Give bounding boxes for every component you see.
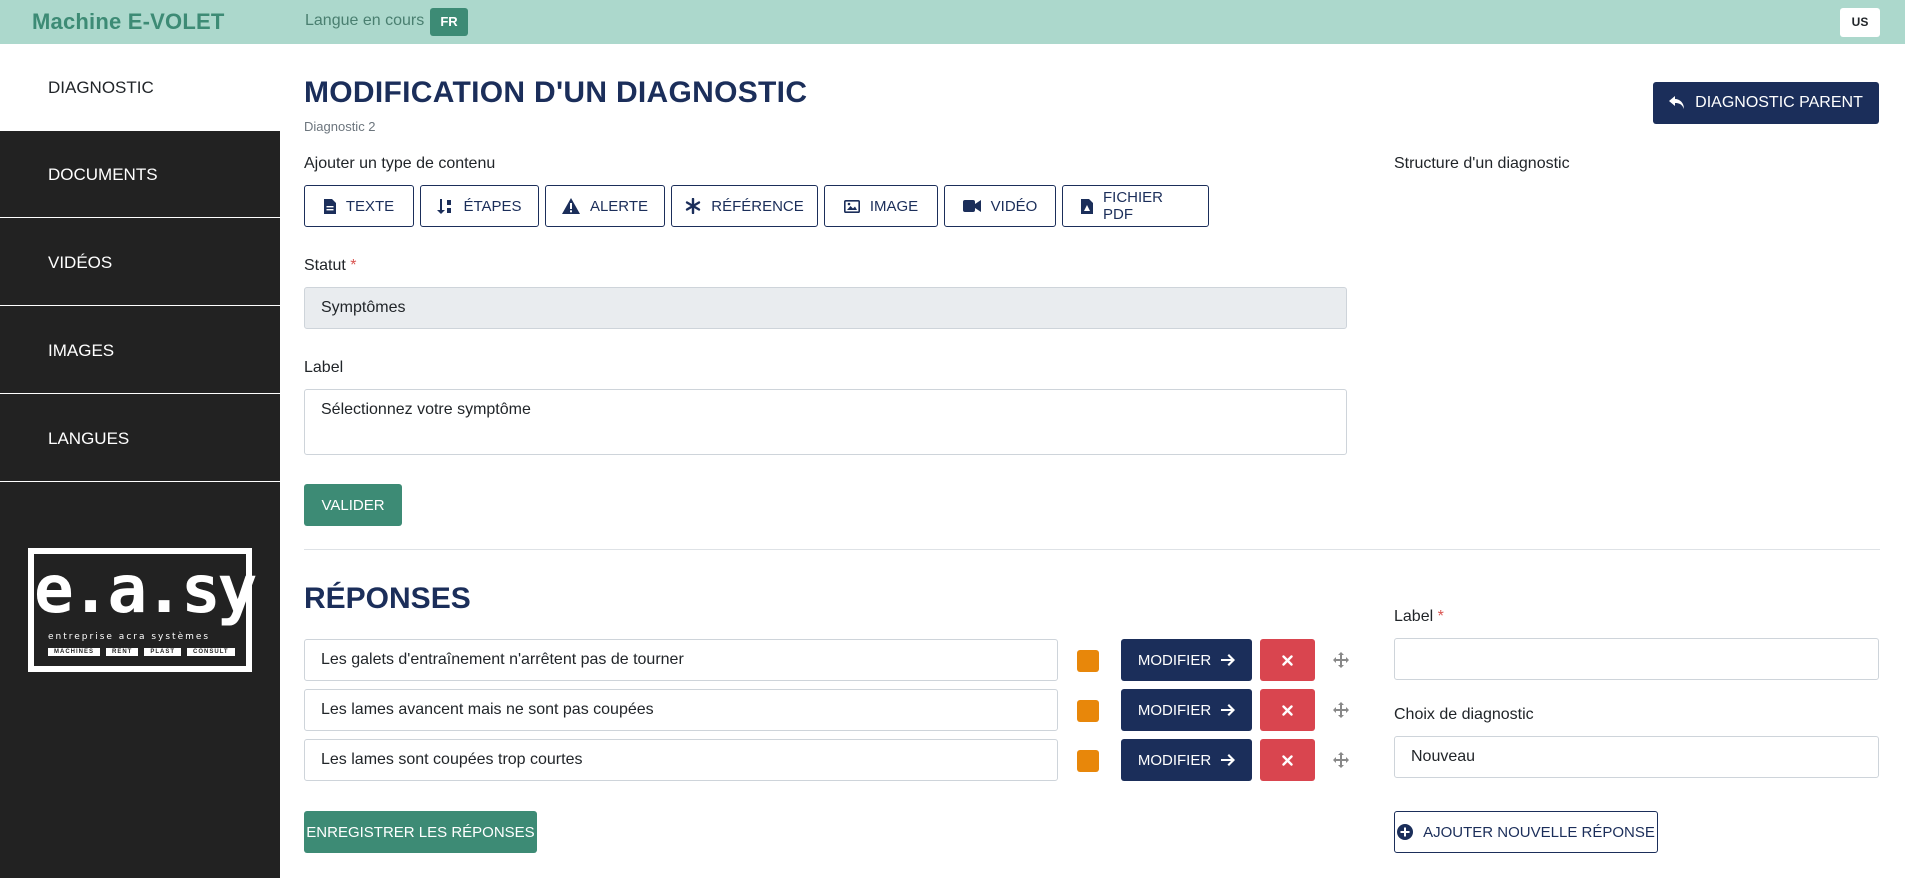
response-color-swatch[interactable] xyxy=(1077,750,1099,772)
statut-label: Statut * xyxy=(304,257,357,274)
logo-tag: CONSULT xyxy=(187,648,235,656)
logo-tag: PLAST xyxy=(144,648,182,656)
sidebar-item-diagnostic[interactable]: DIAGNOSTIC xyxy=(0,44,280,131)
close-icon xyxy=(1282,704,1293,716)
add-pdf-label: FICHIER PDF xyxy=(1103,189,1163,223)
valider-button[interactable]: VALIDER xyxy=(304,484,402,526)
add-reference-button[interactable]: RÉFÉRENCE xyxy=(671,185,818,227)
logo-subtitle: entreprise acra systèmes xyxy=(48,632,211,642)
response-label-input[interactable] xyxy=(1394,638,1879,680)
modify-response-button[interactable]: MODIFIER xyxy=(1121,689,1252,731)
modify-label: MODIFIER xyxy=(1137,701,1212,719)
modify-label: MODIFIER xyxy=(1137,651,1212,669)
response-row: Les lames avancent mais ne sont pas coup… xyxy=(304,689,1404,731)
structure-label: Structure d'un diagnostic xyxy=(1394,155,1570,172)
language-label: Langue en cours xyxy=(305,12,425,29)
sidebar-item-label: VIDÉOS xyxy=(48,253,113,272)
sidebar-item-videos[interactable]: VIDÉOS xyxy=(0,219,280,306)
diagnostic-parent-label: DIAGNOSTIC PARENT xyxy=(1695,94,1863,111)
save-responses-button[interactable]: ENREGISTRER LES RÉPONSES xyxy=(304,811,537,853)
diagnostic-choice-select[interactable]: Nouveau xyxy=(1394,736,1879,778)
sidebar-item-images[interactable]: IMAGES xyxy=(0,307,280,394)
add-image-label: IMAGE xyxy=(869,197,919,215)
statut-field[interactable]: Symptômes xyxy=(304,287,1347,329)
arrow-right-icon xyxy=(1221,704,1236,716)
drag-handle-icon[interactable] xyxy=(1331,750,1351,770)
delete-response-button[interactable] xyxy=(1260,689,1315,731)
sidebar-item-label: LANGUES xyxy=(48,429,130,448)
logo-tag: MACHINES xyxy=(48,648,101,656)
asterisk-icon xyxy=(685,198,701,214)
response-label-label: Label * xyxy=(1394,608,1444,625)
response-text-field[interactable]: Les galets d'entraînement n'arrêtent pas… xyxy=(304,639,1058,681)
easy-logo: e.a.sy entreprise acra systèmes MACHINES… xyxy=(28,548,257,672)
modify-response-button[interactable]: MODIFIER xyxy=(1121,639,1252,681)
add-texte-label: TEXTE xyxy=(345,197,395,215)
sidebar-item-documents[interactable]: DOCUMENTS xyxy=(0,131,280,218)
image-icon xyxy=(843,199,860,213)
app-title: Machine E-VOLET xyxy=(32,9,225,34)
add-etapes-button[interactable]: ÉTAPES xyxy=(420,185,539,227)
add-video-button[interactable]: VIDÉO xyxy=(944,185,1056,227)
sidebar: DIAGNOSTIC DOCUMENTS VIDÉOS IMAGES LANGU… xyxy=(0,44,280,878)
response-row: Les galets d'entraînement n'arrêtent pas… xyxy=(304,639,1404,681)
reply-arrow-icon xyxy=(1669,96,1685,110)
sort-steps-icon xyxy=(437,198,453,214)
add-alerte-label: ALERTE xyxy=(589,197,649,215)
close-icon xyxy=(1282,654,1293,666)
page-subtitle: Diagnostic 2 xyxy=(304,119,376,134)
sidebar-item-label: DOCUMENTS xyxy=(48,165,158,184)
arrow-right-icon xyxy=(1221,754,1236,766)
page-title: MODIFICATION D'UN DIAGNOSTIC xyxy=(304,76,808,109)
arrow-right-icon xyxy=(1221,654,1236,666)
required-marker: * xyxy=(1437,608,1444,625)
drag-handle-icon[interactable] xyxy=(1331,700,1351,720)
top-bar: Machine E-VOLET Langue en cours FR US xyxy=(0,0,1905,44)
close-icon xyxy=(1282,754,1293,766)
current-language-badge[interactable]: FR xyxy=(430,8,468,36)
add-response-button[interactable]: AJOUTER NOUVELLE RÉPONSE xyxy=(1394,811,1658,853)
warning-icon xyxy=(561,198,580,214)
add-response-label: AJOUTER NOUVELLE RÉPONSE xyxy=(1423,823,1655,841)
sidebar-item-label: DIAGNOSTIC xyxy=(48,78,154,97)
video-icon xyxy=(962,200,981,212)
modify-label: MODIFIER xyxy=(1137,751,1212,769)
delete-response-button[interactable] xyxy=(1260,739,1315,781)
label-textarea[interactable]: Sélectionnez votre symptôme xyxy=(304,389,1347,455)
logo-text: e.a.sy xyxy=(34,551,257,628)
add-reference-label: RÉFÉRENCE xyxy=(711,197,804,215)
diagnostic-choice-label: Choix de diagnostic xyxy=(1394,706,1534,723)
add-texte-button[interactable]: TEXTE xyxy=(304,185,414,227)
content-type-buttons: TEXTE ÉTAPES ALERTE RÉFÉRENCE IMAGE VIDÉ… xyxy=(304,185,1209,227)
sidebar-item-langues[interactable]: LANGUES xyxy=(0,395,280,482)
label-label: Label xyxy=(304,359,344,376)
delete-response-button[interactable] xyxy=(1260,639,1315,681)
add-etapes-label: ÉTAPES xyxy=(463,197,522,215)
add-pdf-button[interactable]: FICHIER PDF xyxy=(1062,185,1209,227)
response-text-field[interactable]: Les lames sont coupées trop courtes xyxy=(304,739,1058,781)
response-text-field[interactable]: Les lames avancent mais ne sont pas coup… xyxy=(304,689,1058,731)
logo-tag: RENT xyxy=(106,648,139,656)
modify-response-button[interactable]: MODIFIER xyxy=(1121,739,1252,781)
response-row: Les lames sont coupées trop courtes MODI… xyxy=(304,739,1404,781)
add-video-label: VIDÉO xyxy=(990,197,1038,215)
response-color-swatch[interactable] xyxy=(1077,650,1099,672)
required-marker: * xyxy=(350,257,357,274)
add-alerte-button[interactable]: ALERTE xyxy=(545,185,665,227)
diagnostic-parent-button[interactable]: DIAGNOSTIC PARENT xyxy=(1653,82,1879,124)
add-content-label: Ajouter un type de contenu xyxy=(304,155,496,172)
plus-circle-icon xyxy=(1397,824,1414,840)
pdf-file-icon xyxy=(1081,198,1093,214)
file-text-icon xyxy=(323,198,336,214)
drag-handle-icon[interactable] xyxy=(1331,650,1351,670)
responses-title: RÉPONSES xyxy=(304,582,471,615)
response-color-swatch[interactable] xyxy=(1077,700,1099,722)
sidebar-item-label: IMAGES xyxy=(48,341,115,360)
add-image-button[interactable]: IMAGE xyxy=(824,185,938,227)
divider xyxy=(304,549,1880,550)
language-switch-button[interactable]: US xyxy=(1840,8,1880,37)
